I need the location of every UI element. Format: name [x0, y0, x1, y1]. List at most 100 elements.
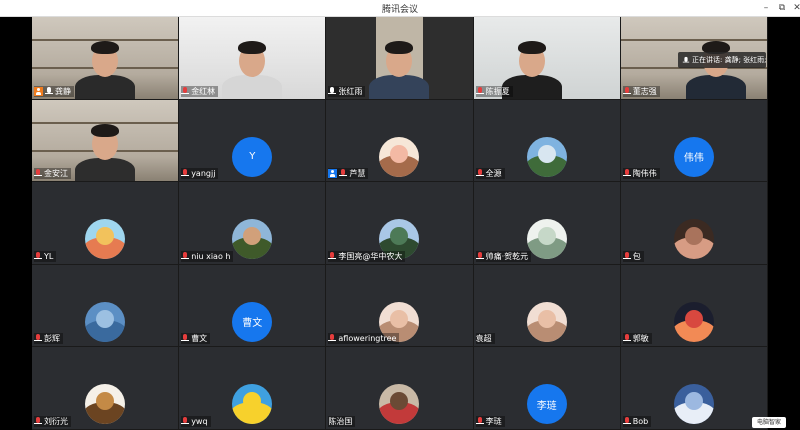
participant-name-tag: 金安江 [34, 168, 71, 180]
speaking-indicator: 正在讲话: 龚静; 张红雨; [678, 52, 766, 68]
participant-tile[interactable]: 陈振夏 [473, 17, 620, 99]
participant-tile[interactable]: 陈治国 [326, 347, 473, 429]
participant-tile[interactable]: 郭敏 [620, 264, 767, 347]
participant-name-tag: YL [34, 250, 57, 262]
mic-muted-icon [181, 416, 190, 426]
person-hair [385, 41, 414, 54]
person-hair [91, 123, 119, 137]
participant-tile[interactable]: 刘衍光 [32, 347, 179, 429]
participant-name-tag: 陈振夏 [475, 85, 513, 97]
mic-muted-icon [622, 334, 631, 343]
avatar: Y [232, 136, 273, 177]
participant-name-tag: Bob [622, 415, 652, 427]
participant-name: 陶伟伟 [632, 169, 657, 179]
close-button[interactable]: ✕ [790, 1, 800, 15]
person-hair [238, 41, 267, 54]
participant-name-tag: yangjj [181, 168, 219, 180]
avatar-initials: 李琏 [536, 400, 557, 412]
participant-tile[interactable]: 包 [620, 182, 767, 264]
participant-name: 陈振夏 [485, 86, 510, 96]
mic-muted-icon [34, 416, 42, 426]
participant-name-tag: 张红雨 [328, 85, 366, 97]
mic-muted-icon [622, 416, 631, 426]
mic-muted-icon [622, 251, 631, 261]
participant-name: 龚静 [55, 86, 71, 96]
participant-name-tag: 曹文 [181, 333, 211, 345]
mic-icon [328, 86, 337, 96]
participant-name-tag: 包 [622, 250, 644, 262]
participant-name-tag: 金红林 [181, 85, 219, 97]
minimize-button[interactable]: – [759, 1, 773, 15]
participant-tile[interactable]: 张红雨 [326, 17, 473, 99]
person-body [75, 157, 135, 182]
person-hair [517, 41, 546, 54]
participant-tile[interactable]: 金安江 [32, 99, 179, 182]
participant-name: 包 [632, 251, 641, 261]
participant-tile[interactable]: 李琏 李琏 [473, 347, 620, 429]
mic-muted-icon [181, 169, 190, 178]
cartoon-kids-icon [85, 219, 126, 260]
participant-name-tag: 龚静 [34, 85, 74, 97]
participant-name: 袁超 [475, 334, 492, 344]
person-hair [91, 41, 119, 54]
cartoon-pig-icon [379, 136, 420, 177]
mic-muted-icon [34, 334, 42, 343]
participant-name: YL [44, 251, 54, 261]
participant-name: Bob [632, 416, 649, 426]
shelf [620, 39, 767, 41]
participant-name: 金安江 [44, 169, 68, 179]
window-title: 腾讯会议 [381, 5, 418, 15]
participant-name-tag: 芦慧 [328, 168, 369, 180]
participant-name-tag: 陈治国 [328, 415, 356, 427]
mic-muted-icon [34, 169, 42, 178]
mic-muted-icon [328, 334, 337, 343]
mic-icon [45, 86, 53, 96]
participant-tile[interactable]: 龚静 [32, 17, 179, 99]
speaking-text: 正在讲话: 龚静; 张红雨; [692, 56, 766, 64]
participant-name-tag: 董志强 [622, 85, 660, 97]
participant-name: 彭辉 [44, 334, 60, 344]
participant-tile[interactable]: 芦慧 [326, 99, 473, 182]
avatar-initials: Y [249, 151, 256, 163]
participant-name-tag: 帅痛·贺乾元 [475, 250, 532, 262]
participant-tile[interactable]: ywq [179, 347, 326, 429]
maximize-button[interactable]: ⧉ [775, 1, 789, 15]
participant-tile[interactable]: 帅痛·贺乾元 [473, 182, 620, 264]
participant-tile[interactable]: Y yangjj [179, 99, 326, 182]
participant-tile[interactable]: 彭辉 [32, 264, 179, 347]
participant-tile[interactable]: 曹文 曹文 [179, 264, 326, 347]
user-badge-icon [328, 169, 338, 179]
yellow-cartoon-icon [232, 384, 273, 425]
mic-muted-icon [328, 251, 337, 261]
participant-name: 芦慧 [349, 169, 366, 179]
mic-muted-icon [475, 251, 484, 261]
portrait-photo-icon [673, 219, 714, 260]
participant-tile[interactable]: 全源 [473, 99, 620, 182]
participant-tile[interactable]: niu xiao h [179, 182, 326, 264]
participant-tile[interactable]: Bob [620, 347, 767, 429]
participant-name-tag: 郭敏 [622, 333, 652, 345]
participant-tile[interactable]: YL [32, 182, 179, 264]
participant-tile[interactable]: 伟伟 陶伟伟 [620, 99, 767, 182]
participant-name: ywq [191, 416, 208, 426]
participant-name-tag: 李琏 [475, 415, 505, 427]
avatar-initials: 曹文 [242, 318, 263, 330]
participant-name-tag: 全源 [475, 168, 505, 180]
participant-tile[interactable]: 金红林 [179, 17, 326, 99]
mic-muted-icon [34, 251, 42, 261]
person-body [222, 75, 283, 99]
participant-name: 曹文 [191, 334, 208, 344]
title-bar: 腾讯会议 – ⧉ ✕ [0, 0, 800, 17]
participant-tile[interactable]: afloweringtree [326, 264, 473, 347]
participant-name-tag: 陶伟伟 [622, 168, 660, 180]
user-badge-icon [34, 86, 43, 96]
participant-tile[interactable]: 袁超 [473, 264, 620, 347]
group-photo-icon [232, 219, 273, 260]
baby-photo-icon [526, 301, 567, 342]
mic-muted-icon [181, 86, 190, 96]
participant-tile[interactable]: 李国亮@华中农大 [326, 182, 473, 264]
participant-name: 李国亮@华中农大 [338, 251, 403, 261]
watermark: 电脑智家 [752, 417, 786, 428]
cartoon-squirrel-icon [85, 384, 126, 425]
avatar: 李琏 [526, 384, 567, 425]
